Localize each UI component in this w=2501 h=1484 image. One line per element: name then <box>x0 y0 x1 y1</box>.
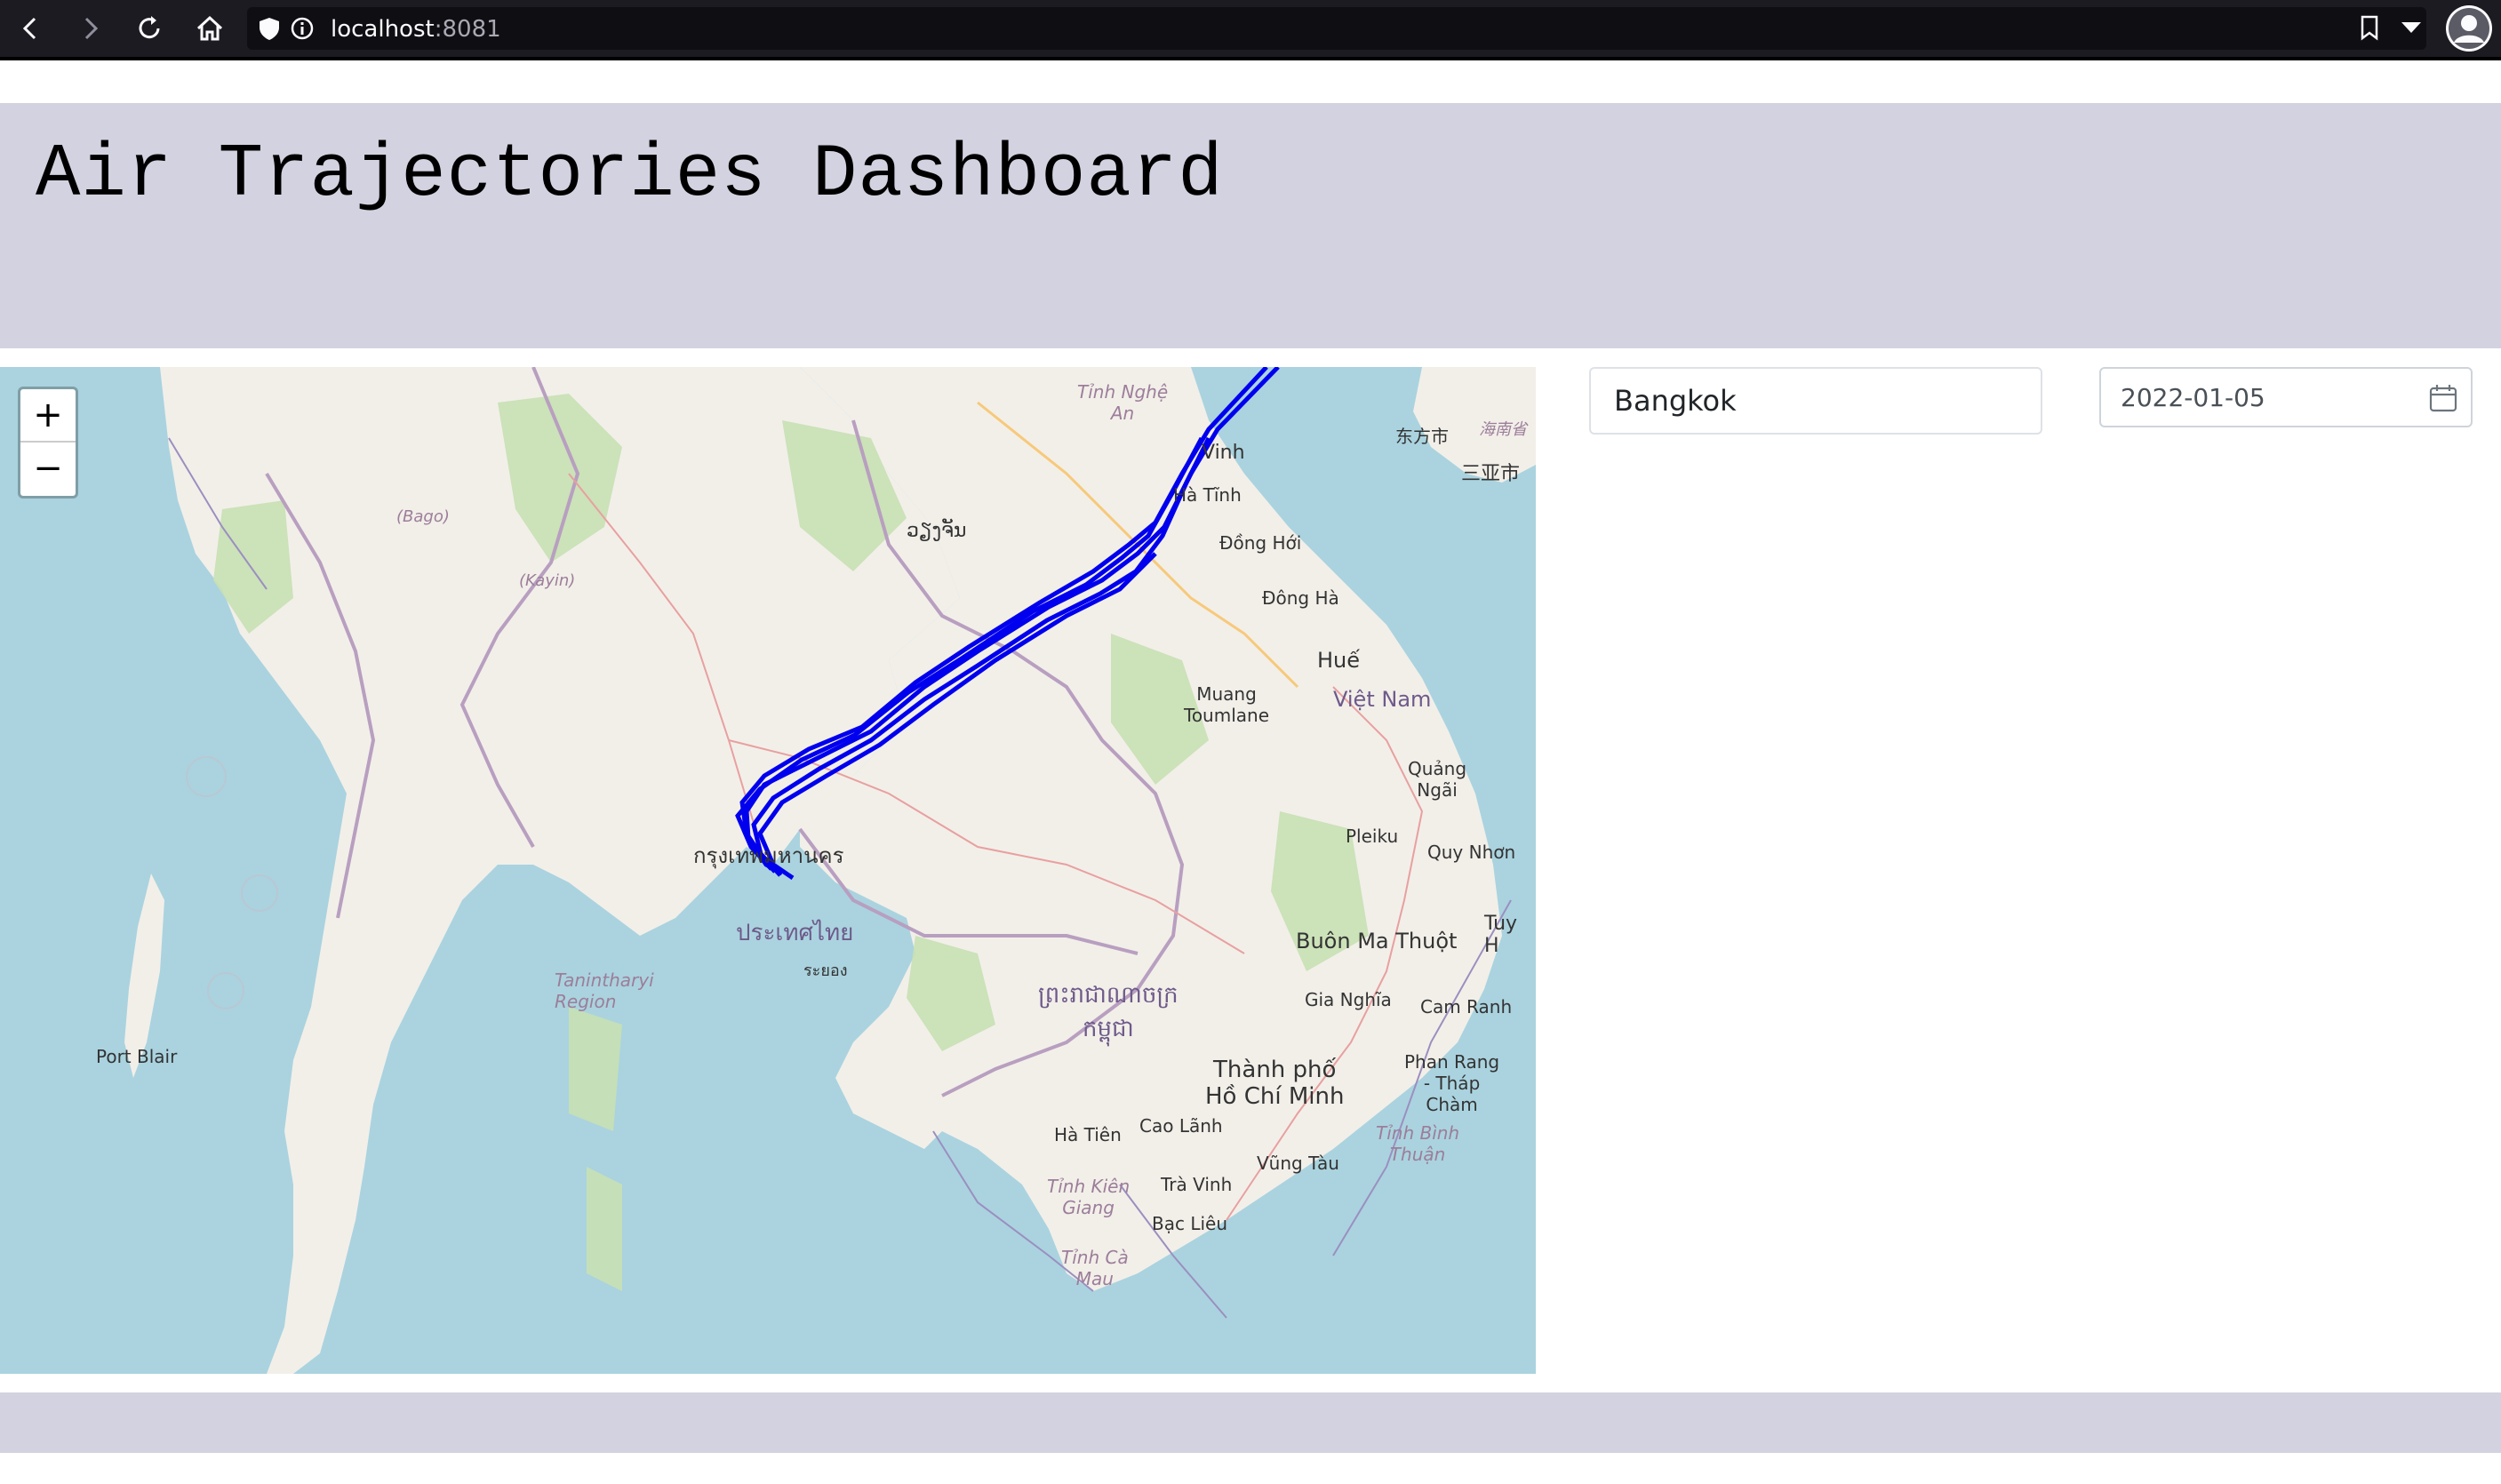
map-label-quy-nhon: Quy Nhơn <box>1427 842 1516 863</box>
map-label-hainan: 海南省 <box>1479 420 1527 439</box>
info-icon[interactable] <box>290 16 315 44</box>
url-text: localhost:8081 <box>331 16 501 43</box>
zoom-out-button[interactable]: − <box>20 443 76 494</box>
map-label-bago: (Bago) <box>396 507 450 526</box>
account-icon[interactable] <box>2444 4 2494 57</box>
home-icon[interactable] <box>190 9 229 48</box>
reload-icon[interactable] <box>130 9 169 48</box>
map-label-binh-thuan: Tỉnh Bình Thuận <box>1376 1122 1460 1165</box>
calendar-icon[interactable] <box>2428 383 2458 417</box>
map-label-ho-chi-minh: Thành phố Hồ Chí Minh <box>1205 1057 1345 1110</box>
back-icon[interactable] <box>11 9 50 48</box>
map-label-bac-lieu: Bạc Liêu <box>1152 1213 1228 1234</box>
map-label-vung-tau: Vũng Tàu <box>1257 1153 1339 1174</box>
shield-icon <box>258 16 281 44</box>
browser-toolbar: localhost:8081 <box>0 0 2501 60</box>
map-label-cambodia: ព្រះរាជាណាចក្រ កម្ពុជា <box>1038 982 1179 1042</box>
map-label-hue: Huế <box>1317 648 1361 673</box>
map-label-vientiane: ວຽງຈັນ <box>907 520 967 542</box>
map-label-cam-ranh: Cam Ranh <box>1420 996 1513 1017</box>
url-bar[interactable]: localhost:8081 <box>247 7 2426 50</box>
map-label-port-blair: Port Blair <box>96 1046 178 1067</box>
map-label-dong-hoi: Đồng Hới <box>1219 532 1302 554</box>
map-label-dong-ha: Đông Hà <box>1262 587 1339 609</box>
map-label-tra-vinh: Trà Vinh <box>1161 1174 1233 1195</box>
bookmark-icon[interactable] <box>2359 14 2380 44</box>
map-label-cao-lanh: Cao Lãnh <box>1139 1115 1223 1137</box>
city-input[interactable] <box>1589 367 2042 435</box>
page-title: Air Trajectories Dashboard <box>36 133 1224 218</box>
date-value: 2022-01-05 <box>2121 383 2265 412</box>
footer-band <box>0 1392 2501 1453</box>
map-label-tuy-hoa: Tuy H <box>1484 913 1518 957</box>
forward-icon[interactable] <box>71 9 110 48</box>
map-label-buon-ma-thuot: Buôn Ma Thuột <box>1296 929 1458 953</box>
map-label-pleiku: Pleiku <box>1346 826 1399 847</box>
zoom-control: + − <box>18 387 78 499</box>
map-label-quang-ngai: Quảng Ngãi <box>1408 758 1467 801</box>
map-label-tanintharyi: Tanintharyi Region <box>555 969 654 1012</box>
map-label-vinh: Vinh <box>1202 442 1245 464</box>
zoom-in-button[interactable]: + <box>20 389 76 443</box>
dropdown-icon[interactable] <box>2400 20 2423 39</box>
trajectory-map[interactable]: Port Blair Tanintharyi Region (Bago) (Ka… <box>0 367 1536 1374</box>
map-label-kien-giang: Tỉnh Kiên Giang <box>1047 1176 1131 1218</box>
map-label-sanya: 三亚市 <box>1461 463 1521 485</box>
map-label-ha-tinh: Hà Tĩnh <box>1173 484 1242 506</box>
map-label-rayong: ระยอง <box>803 961 848 980</box>
map-label-vietnam: Việt Nam <box>1333 687 1432 712</box>
map-label-phan-rang: Phan Rang - Tháp Chàm <box>1404 1051 1500 1115</box>
map-label-bangkok: กรุงเทพมหานคร <box>693 843 844 868</box>
date-picker[interactable]: 2022-01-05 <box>2099 367 2473 427</box>
map-label-nghe-an: Tỉnh Nghệ An <box>1077 381 1169 424</box>
map-label-ca-mau: Tỉnh Cà Mau <box>1061 1247 1129 1289</box>
map-label-dongfang: 东方市 <box>1395 426 1449 447</box>
map-label-ha-tien: Hà Tiên <box>1054 1124 1122 1145</box>
map-label-thailand: ประเทศไทย <box>736 920 854 946</box>
map-label-gia-nghia: Gia Nghĩa <box>1305 989 1392 1010</box>
map-label-kayin: (Kayin) <box>519 571 576 590</box>
map-label-muang-toumlane: Muang Toumlane <box>1184 683 1270 726</box>
